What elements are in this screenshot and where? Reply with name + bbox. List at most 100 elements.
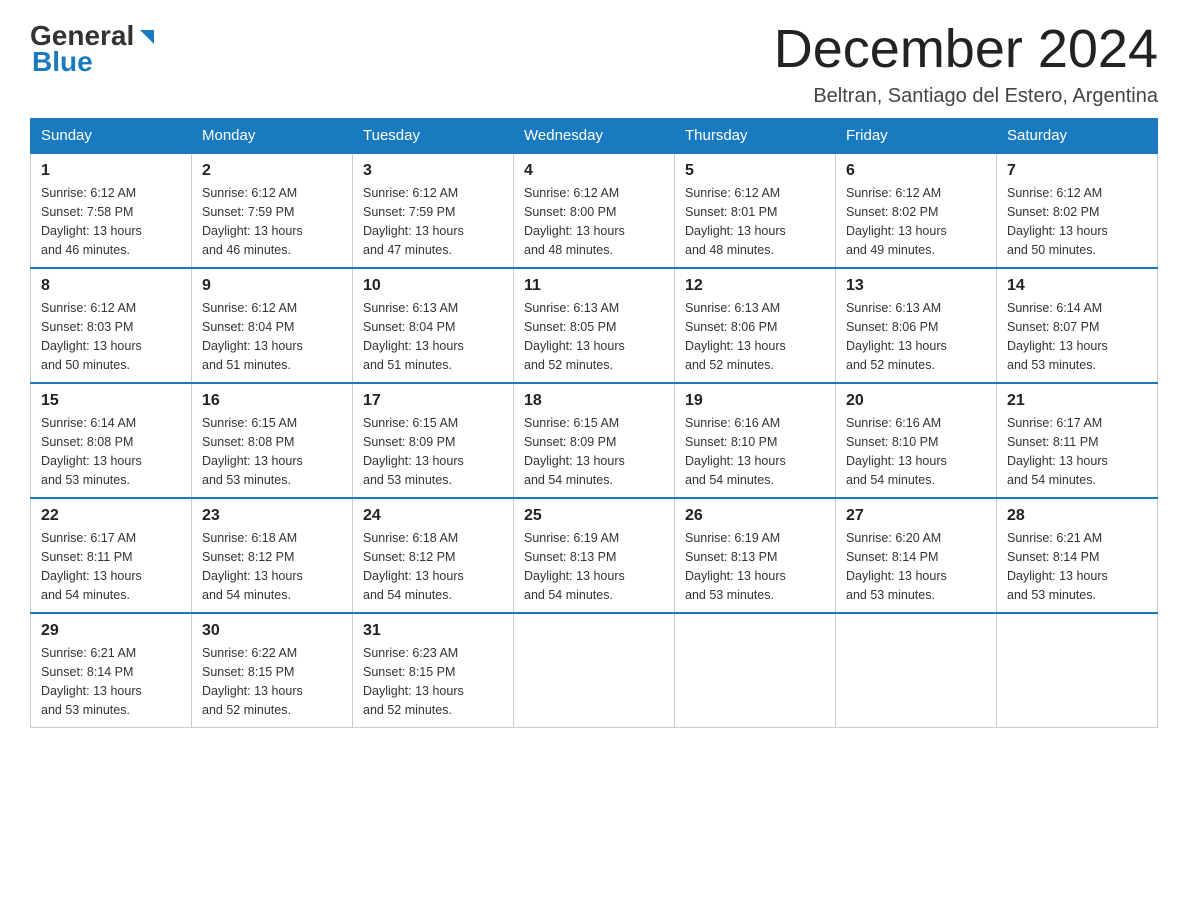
day-info: Sunrise: 6:12 AM Sunset: 8:02 PM Dayligh… — [1007, 184, 1147, 259]
calendar-week-3: 15 Sunrise: 6:14 AM Sunset: 8:08 PM Dayl… — [31, 383, 1158, 498]
day-number: 29 — [41, 622, 181, 640]
calendar-cell: 21 Sunrise: 6:17 AM Sunset: 8:11 PM Dayl… — [997, 383, 1158, 498]
day-info: Sunrise: 6:12 AM Sunset: 8:04 PM Dayligh… — [202, 299, 342, 374]
calendar-cell: 4 Sunrise: 6:12 AM Sunset: 8:00 PM Dayli… — [514, 153, 675, 268]
calendar-cell: 30 Sunrise: 6:22 AM Sunset: 8:15 PM Dayl… — [192, 613, 353, 728]
calendar-cell: 16 Sunrise: 6:15 AM Sunset: 8:08 PM Dayl… — [192, 383, 353, 498]
day-info: Sunrise: 6:22 AM Sunset: 8:15 PM Dayligh… — [202, 644, 342, 719]
day-info: Sunrise: 6:12 AM Sunset: 7:59 PM Dayligh… — [202, 184, 342, 259]
calendar-cell: 9 Sunrise: 6:12 AM Sunset: 8:04 PM Dayli… — [192, 268, 353, 383]
day-info: Sunrise: 6:16 AM Sunset: 8:10 PM Dayligh… — [685, 414, 825, 489]
calendar-cell: 29 Sunrise: 6:21 AM Sunset: 8:14 PM Dayl… — [31, 613, 192, 728]
day-number: 28 — [1007, 507, 1147, 525]
day-info: Sunrise: 6:18 AM Sunset: 8:12 PM Dayligh… — [363, 529, 503, 604]
logo: General Blue — [30, 20, 158, 78]
day-number: 18 — [524, 392, 664, 410]
col-thursday: Thursday — [675, 119, 836, 154]
day-info: Sunrise: 6:23 AM Sunset: 8:15 PM Dayligh… — [363, 644, 503, 719]
day-info: Sunrise: 6:21 AM Sunset: 8:14 PM Dayligh… — [41, 644, 181, 719]
day-number: 12 — [685, 277, 825, 295]
day-info: Sunrise: 6:15 AM Sunset: 8:08 PM Dayligh… — [202, 414, 342, 489]
day-number: 8 — [41, 277, 181, 295]
day-number: 31 — [363, 622, 503, 640]
day-number: 21 — [1007, 392, 1147, 410]
day-number: 1 — [41, 162, 181, 180]
calendar-cell: 5 Sunrise: 6:12 AM Sunset: 8:01 PM Dayli… — [675, 153, 836, 268]
calendar-cell: 23 Sunrise: 6:18 AM Sunset: 8:12 PM Dayl… — [192, 498, 353, 613]
day-number: 20 — [846, 392, 986, 410]
day-number: 24 — [363, 507, 503, 525]
col-wednesday: Wednesday — [514, 119, 675, 154]
day-info: Sunrise: 6:13 AM Sunset: 8:06 PM Dayligh… — [685, 299, 825, 374]
day-info: Sunrise: 6:12 AM Sunset: 8:02 PM Dayligh… — [846, 184, 986, 259]
calendar-cell: 20 Sunrise: 6:16 AM Sunset: 8:10 PM Dayl… — [836, 383, 997, 498]
calendar-cell: 1 Sunrise: 6:12 AM Sunset: 7:58 PM Dayli… — [31, 153, 192, 268]
day-info: Sunrise: 6:17 AM Sunset: 8:11 PM Dayligh… — [41, 529, 181, 604]
calendar-cell: 18 Sunrise: 6:15 AM Sunset: 8:09 PM Dayl… — [514, 383, 675, 498]
calendar-cell: 24 Sunrise: 6:18 AM Sunset: 8:12 PM Dayl… — [353, 498, 514, 613]
calendar-cell: 14 Sunrise: 6:14 AM Sunset: 8:07 PM Dayl… — [997, 268, 1158, 383]
month-title: December 2024 — [774, 20, 1158, 79]
calendar-cell: 25 Sunrise: 6:19 AM Sunset: 8:13 PM Dayl… — [514, 498, 675, 613]
day-info: Sunrise: 6:19 AM Sunset: 8:13 PM Dayligh… — [685, 529, 825, 604]
day-info: Sunrise: 6:12 AM Sunset: 8:03 PM Dayligh… — [41, 299, 181, 374]
day-info: Sunrise: 6:12 AM Sunset: 7:59 PM Dayligh… — [363, 184, 503, 259]
day-info: Sunrise: 6:12 AM Sunset: 8:01 PM Dayligh… — [685, 184, 825, 259]
day-info: Sunrise: 6:20 AM Sunset: 8:14 PM Dayligh… — [846, 529, 986, 604]
calendar-cell: 19 Sunrise: 6:16 AM Sunset: 8:10 PM Dayl… — [675, 383, 836, 498]
day-info: Sunrise: 6:19 AM Sunset: 8:13 PM Dayligh… — [524, 529, 664, 604]
calendar-cell: 22 Sunrise: 6:17 AM Sunset: 8:11 PM Dayl… — [31, 498, 192, 613]
calendar-week-5: 29 Sunrise: 6:21 AM Sunset: 8:14 PM Dayl… — [31, 613, 1158, 728]
calendar-cell: 31 Sunrise: 6:23 AM Sunset: 8:15 PM Dayl… — [353, 613, 514, 728]
calendar-table: Sunday Monday Tuesday Wednesday Thursday… — [30, 118, 1158, 728]
day-number: 19 — [685, 392, 825, 410]
logo-arrow-icon — [136, 26, 158, 48]
day-number: 27 — [846, 507, 986, 525]
day-number: 4 — [524, 162, 664, 180]
day-number: 9 — [202, 277, 342, 295]
calendar-cell: 11 Sunrise: 6:13 AM Sunset: 8:05 PM Dayl… — [514, 268, 675, 383]
day-info: Sunrise: 6:14 AM Sunset: 8:08 PM Dayligh… — [41, 414, 181, 489]
logo-blue: Blue — [32, 46, 93, 78]
day-number: 6 — [846, 162, 986, 180]
calendar-cell — [836, 613, 997, 728]
day-info: Sunrise: 6:15 AM Sunset: 8:09 PM Dayligh… — [363, 414, 503, 489]
calendar-week-2: 8 Sunrise: 6:12 AM Sunset: 8:03 PM Dayli… — [31, 268, 1158, 383]
col-monday: Monday — [192, 119, 353, 154]
day-number: 2 — [202, 162, 342, 180]
day-number: 11 — [524, 277, 664, 295]
day-info: Sunrise: 6:17 AM Sunset: 8:11 PM Dayligh… — [1007, 414, 1147, 489]
calendar-cell: 26 Sunrise: 6:19 AM Sunset: 8:13 PM Dayl… — [675, 498, 836, 613]
calendar-cell: 6 Sunrise: 6:12 AM Sunset: 8:02 PM Dayli… — [836, 153, 997, 268]
calendar-cell — [514, 613, 675, 728]
day-info: Sunrise: 6:18 AM Sunset: 8:12 PM Dayligh… — [202, 529, 342, 604]
col-saturday: Saturday — [997, 119, 1158, 154]
day-number: 15 — [41, 392, 181, 410]
day-number: 7 — [1007, 162, 1147, 180]
day-number: 26 — [685, 507, 825, 525]
day-number: 22 — [41, 507, 181, 525]
calendar-header-row: Sunday Monday Tuesday Wednesday Thursday… — [31, 119, 1158, 154]
day-number: 30 — [202, 622, 342, 640]
day-info: Sunrise: 6:12 AM Sunset: 8:00 PM Dayligh… — [524, 184, 664, 259]
calendar-cell: 17 Sunrise: 6:15 AM Sunset: 8:09 PM Dayl… — [353, 383, 514, 498]
calendar-cell: 27 Sunrise: 6:20 AM Sunset: 8:14 PM Dayl… — [836, 498, 997, 613]
day-info: Sunrise: 6:13 AM Sunset: 8:05 PM Dayligh… — [524, 299, 664, 374]
day-number: 14 — [1007, 277, 1147, 295]
calendar-cell: 13 Sunrise: 6:13 AM Sunset: 8:06 PM Dayl… — [836, 268, 997, 383]
col-friday: Friday — [836, 119, 997, 154]
calendar-cell: 8 Sunrise: 6:12 AM Sunset: 8:03 PM Dayli… — [31, 268, 192, 383]
calendar-cell: 10 Sunrise: 6:13 AM Sunset: 8:04 PM Dayl… — [353, 268, 514, 383]
page-header: General Blue December 2024 Beltran, Sant… — [30, 20, 1158, 108]
day-info: Sunrise: 6:15 AM Sunset: 8:09 PM Dayligh… — [524, 414, 664, 489]
calendar-week-1: 1 Sunrise: 6:12 AM Sunset: 7:58 PM Dayli… — [31, 153, 1158, 268]
day-number: 13 — [846, 277, 986, 295]
day-info: Sunrise: 6:21 AM Sunset: 8:14 PM Dayligh… — [1007, 529, 1147, 604]
calendar-cell: 7 Sunrise: 6:12 AM Sunset: 8:02 PM Dayli… — [997, 153, 1158, 268]
day-number: 5 — [685, 162, 825, 180]
day-info: Sunrise: 6:12 AM Sunset: 7:58 PM Dayligh… — [41, 184, 181, 259]
day-info: Sunrise: 6:16 AM Sunset: 8:10 PM Dayligh… — [846, 414, 986, 489]
day-number: 10 — [363, 277, 503, 295]
calendar-cell: 12 Sunrise: 6:13 AM Sunset: 8:06 PM Dayl… — [675, 268, 836, 383]
title-block: December 2024 Beltran, Santiago del Este… — [774, 20, 1158, 108]
